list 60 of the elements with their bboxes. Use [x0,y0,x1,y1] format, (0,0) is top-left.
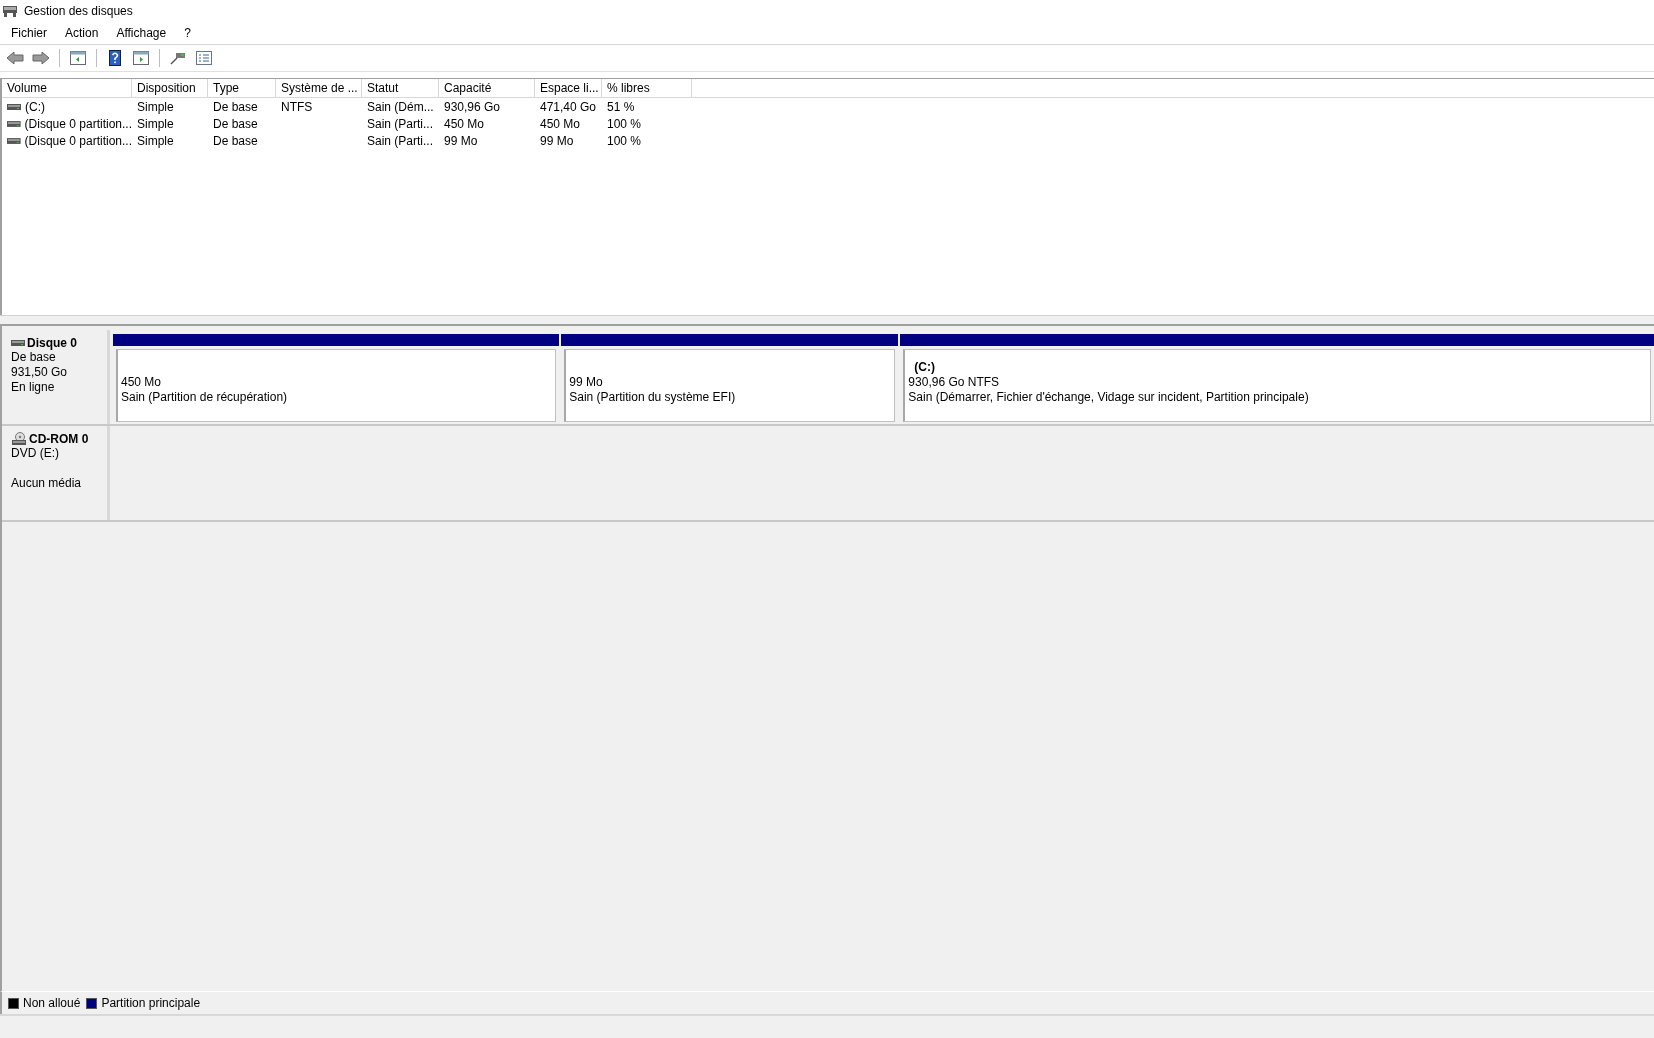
menu-item[interactable]: Fichier [3,26,55,40]
column-header[interactable]: Espace li... [535,79,602,98]
table-cell: Simple [137,116,174,131]
disk-info: 931,50 Go [11,365,68,379]
checklist-icon [196,51,212,65]
table-cell: 100 % [607,116,642,131]
forward-arrow-icon [32,51,50,65]
disk-name: CD-ROM 0 [29,432,89,446]
table-cell: De base [213,116,258,131]
table-cell: De base [213,99,258,114]
menu-item[interactable]: Affichage [108,26,175,40]
table-cell: 471,40 Go [540,99,597,114]
table-cell: Simple [137,133,174,148]
table-cell: (C:) [25,99,45,114]
pane-icon [133,51,149,65]
legend-label: Partition principale [101,996,201,1010]
table-cell: 51 % [607,99,635,114]
table-cell: 99 Mo [540,133,574,148]
table-cell: 100 % [607,133,642,148]
partition-box[interactable]: 99 Mo Sain (Partition du système EFI) [564,349,896,422]
drive-icon [7,102,21,111]
drive-icon [11,339,25,347]
disk-info: De base [11,350,56,364]
partition-box[interactable]: (C:) 930,96 Go NTFS Sain (Démarrer, Fichier d'échange, Vidage sur incident, Partition principale) [903,349,1651,422]
table-cell: Simple [137,99,174,114]
table-cell: Sain (Parti... [367,116,434,131]
disk-management-icon [2,4,18,18]
cd-drive-icon [11,432,27,446]
column-header[interactable]: % libres [602,79,692,98]
table-cell: 450 Mo [540,116,581,131]
column-header[interactable]: Type [208,79,276,98]
column-header[interactable]: Disposition [132,79,208,98]
partition-box[interactable]: 450 Mo Sain (Partition de récupération) [116,349,557,422]
help-icon [109,50,121,66]
disk-name: Disque 0 [27,336,77,350]
column-header[interactable]: Volume [2,79,132,98]
disk-info: Aucun média [11,476,82,490]
table-cell: 99 Mo [444,133,478,148]
window-title: Gestion des disques [24,4,133,18]
table-cell: (Disque 0 partition... [24,116,132,131]
column-header[interactable]: Système de ... [276,79,362,98]
back-arrow-icon [6,51,24,65]
table-cell: 450 Mo [444,116,485,131]
table-cell: (Disque 0 partition... [24,133,132,148]
column-header[interactable]: Capacité [439,79,535,98]
table-cell: Sain (Dém... [367,99,434,114]
table-cell: De base [213,133,258,148]
pane-icon [70,51,86,65]
menu-item[interactable]: ? [176,26,199,40]
table-cell: 930,96 Go [444,99,501,114]
drive-icon [7,119,21,128]
table-cell: NTFS [281,99,313,114]
disk-info: En ligne [11,380,55,394]
plug-icon [170,51,186,65]
legend-label: Non alloué [23,996,81,1010]
menu-item[interactable]: Action [57,26,107,40]
table-cell: Sain (Parti... [367,133,434,148]
disk-info: DVD (E:) [11,446,59,460]
drive-icon [7,136,21,145]
column-header[interactable]: Statut [362,79,439,98]
